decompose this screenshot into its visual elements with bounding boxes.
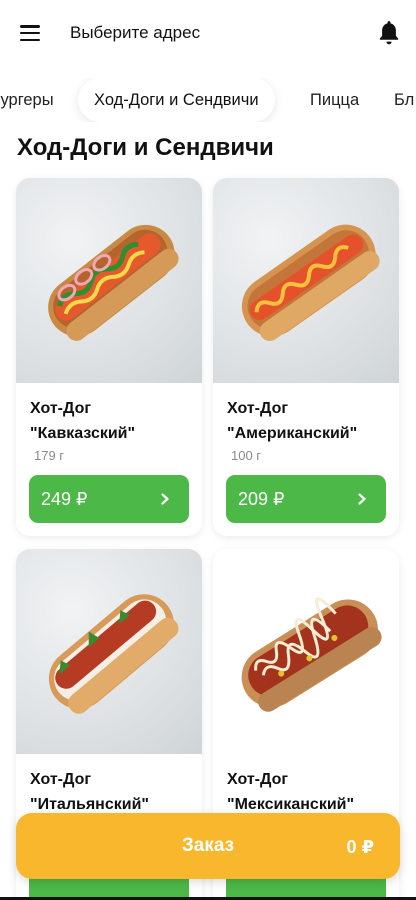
product-name-line1: Хот-Дог [30, 771, 92, 788]
product-image [16, 178, 202, 383]
product-image [213, 178, 399, 383]
price-button[interactable]: 209 ₽ [226, 475, 386, 523]
category-tabs: Бургеры Ход-Доги и Сендвичи Пицца Бл [0, 78, 416, 122]
price-label: 209 ₽ [238, 488, 285, 509]
product-card[interactable]: Хот-Дог "Американский" 100 г 209 ₽ [213, 178, 399, 536]
tab-hotdogs-sandwiches[interactable]: Ход-Доги и Сендвичи [78, 78, 275, 122]
app-header: Выберите адрес [0, 0, 416, 70]
bell-icon[interactable] [376, 19, 402, 47]
product-name-line1: Хот-Дог [227, 771, 289, 788]
chevron-right-icon [161, 493, 169, 505]
price-label: 249 ₽ [41, 488, 88, 509]
product-card[interactable]: Хот-Дог "Кавказский" 179 г 249 ₽ [16, 178, 202, 536]
product-name: Хот-Дог "Американский" [227, 396, 392, 446]
address-selector[interactable]: Выберите адрес [70, 23, 200, 43]
product-image [213, 549, 399, 754]
product-image [16, 549, 202, 754]
order-total: 0 ₽ [346, 837, 374, 857]
product-name-line1: Хот-Дог [30, 400, 92, 417]
order-label: Заказ [181, 835, 235, 856]
price-button[interactable]: 249 ₽ [29, 475, 189, 523]
product-name: Хот-Дог "Кавказский" [30, 396, 195, 446]
tab-pizza[interactable]: Пицца [310, 78, 359, 122]
product-name-line1: Хот-Дог [227, 400, 289, 417]
order-button[interactable]: Заказ 0 ₽ [16, 813, 400, 879]
chevron-right-icon [358, 493, 366, 505]
product-name: Хот-Дог "Итальянский" [30, 767, 195, 817]
product-name: Хот-Дог "Мексиканский" [227, 767, 392, 817]
product-name-line2: "Кавказский" [30, 425, 136, 442]
tab-next[interactable]: Бл [394, 78, 414, 122]
tab-burgers[interactable]: Бургеры [0, 78, 54, 122]
product-weight: 100 г [231, 448, 262, 463]
product-weight: 179 г [34, 448, 65, 463]
menu-icon[interactable] [18, 22, 42, 44]
section-title: Ход-Доги и Сендвичи [17, 134, 274, 161]
product-name-line2: "Американский" [227, 425, 358, 442]
